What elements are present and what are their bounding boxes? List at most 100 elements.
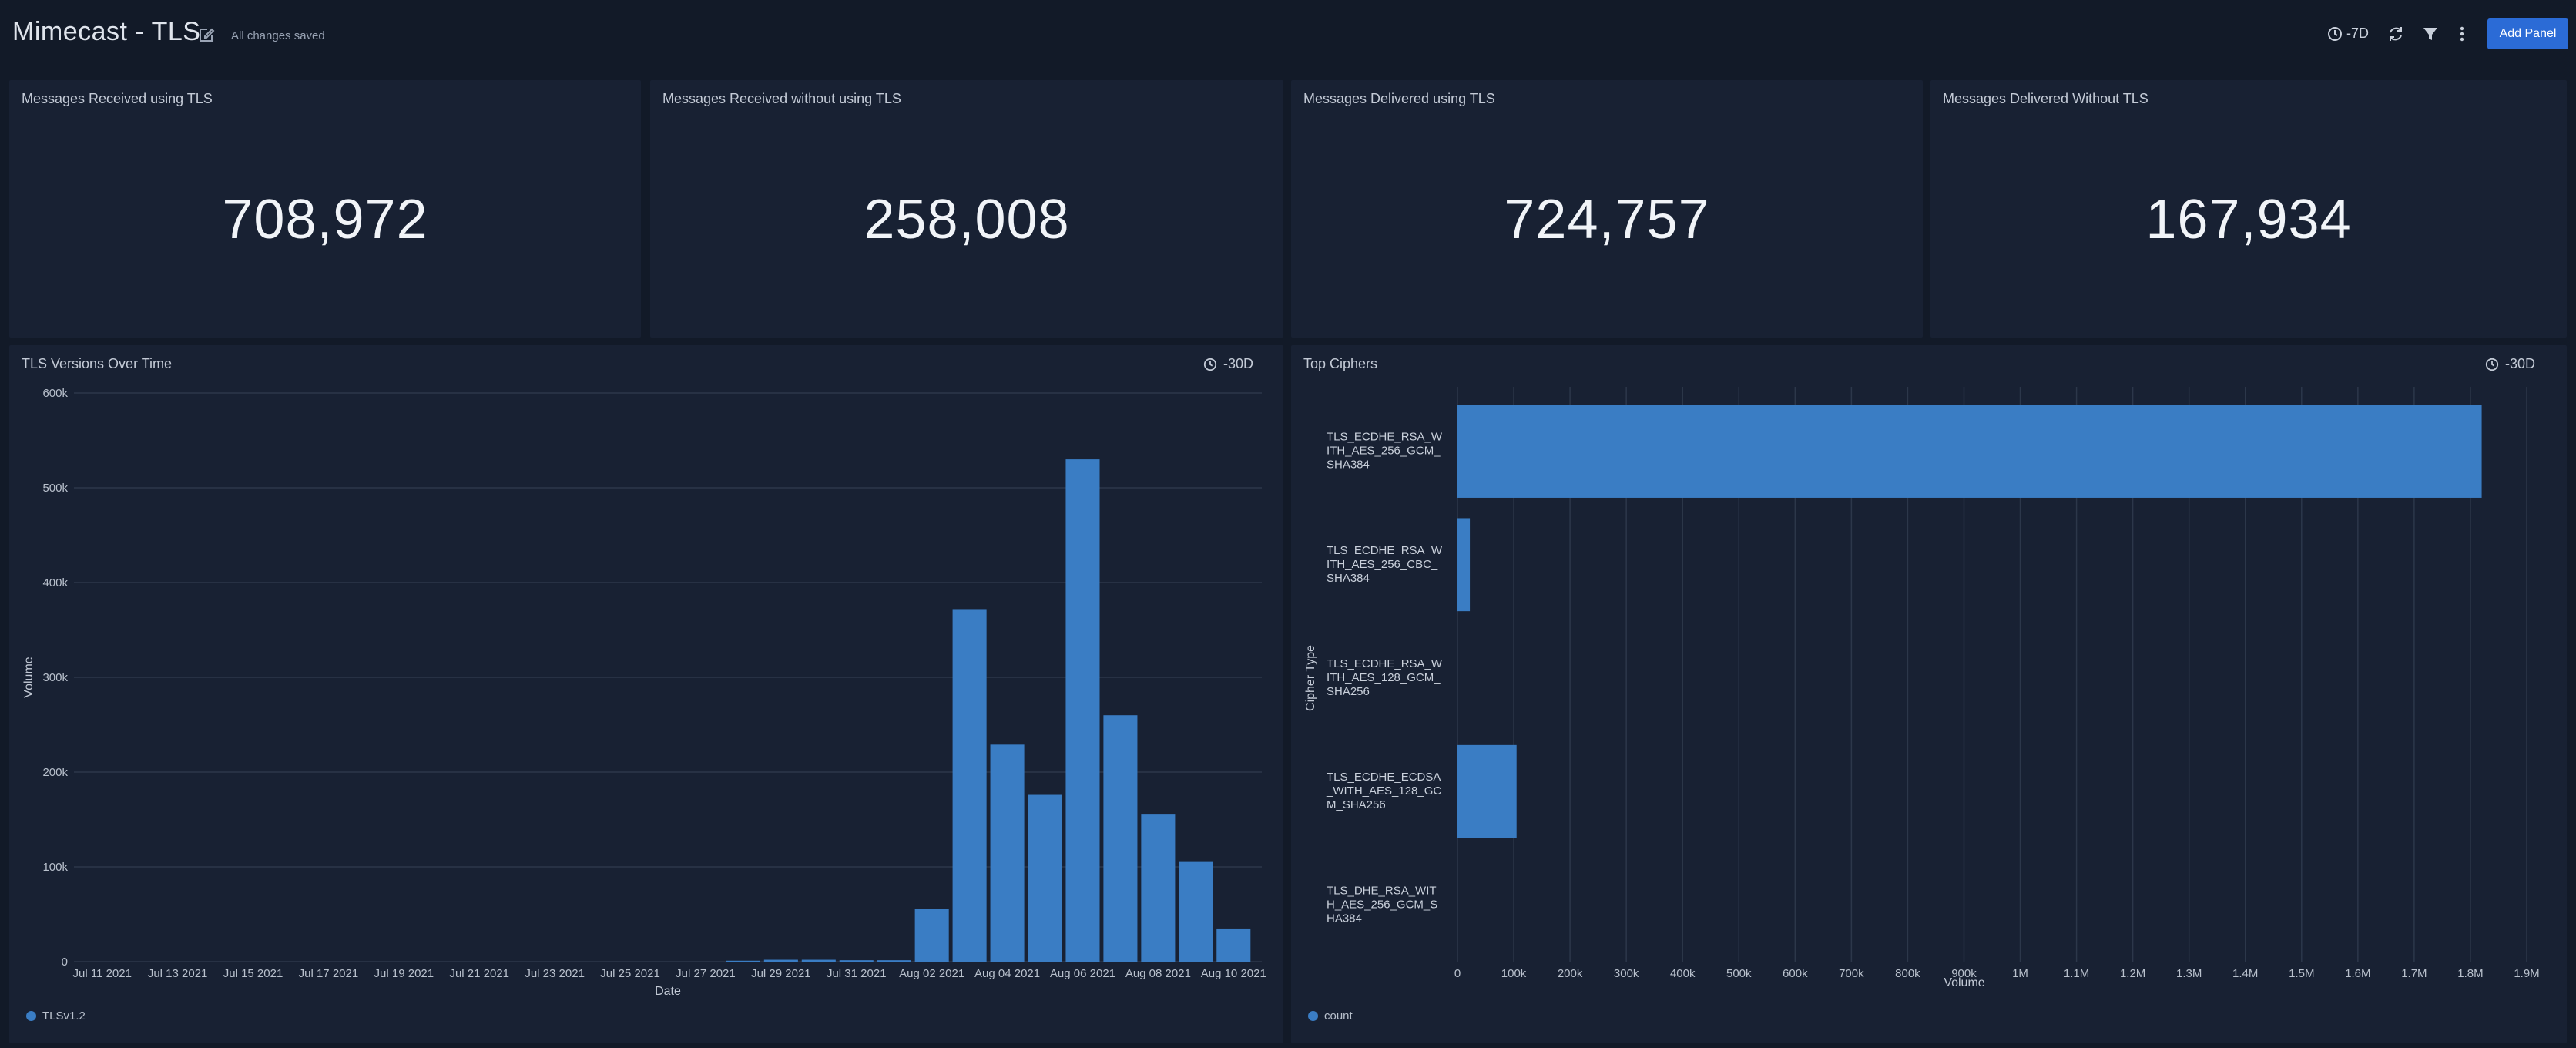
x-tick-label: Aug 06 2021 — [1050, 967, 1115, 980]
y-tick-label: TLS_DHE_RSA_WIT H_AES_256_GCM_S HA384 — [1327, 884, 1437, 925]
x-tick-label: 100k — [1501, 967, 1527, 980]
x-tick-label: 700k — [1839, 967, 1864, 980]
y-tick-label: TLS_ECDHE_RSA_W ITH_AES_128_GCM_ SHA256 — [1327, 657, 1443, 698]
panel-title: Messages Delivered Without TLS — [1943, 91, 2148, 106]
add-panel-button[interactable]: Add Panel — [2487, 18, 2568, 49]
tls-versions-chart: 0 100k 200k 300k 400k 500k 600k Jul 11 2021 Jul … — [22, 387, 1266, 998]
bar — [801, 959, 836, 962]
bar — [763, 959, 798, 962]
x-tick-label: 1M — [2012, 967, 2028, 980]
y-tick-label: TLS_ECDHE_RSA_W ITH_AES_256_GCM_ SHA384 — [1327, 431, 1443, 472]
y-axis-label: Volume — [22, 657, 35, 697]
x-tick-label: Jul 29 2021 — [751, 967, 811, 980]
x-tick-label: 1.2M — [2120, 967, 2145, 980]
x-tick-label: 0 — [1454, 967, 1461, 980]
stat-panel-delivered-no-tls[interactable]: Messages Delivered Without TLS 167,934 — [1930, 80, 2567, 338]
x-tick-label: Jul 15 2021 — [223, 967, 283, 980]
bar — [914, 909, 949, 962]
top-bar: Mimecast - TLS All changes saved -7D Add… — [0, 0, 2576, 69]
x-tick-label: Jul 19 2021 — [374, 967, 434, 980]
x-tick-label: 1.8M — [2457, 967, 2483, 980]
x-tick-label: Aug 10 2021 — [1201, 967, 1266, 980]
x-tick-label: 1.7M — [2401, 967, 2427, 980]
x-tick-label: Aug 02 2021 — [899, 967, 964, 980]
panel-title: Messages Delivered using TLS — [1303, 91, 1495, 106]
x-tick-label: Aug 08 2021 — [1125, 967, 1191, 980]
x-tick-label: Jul 31 2021 — [827, 967, 887, 980]
x-tick-label: Jul 23 2021 — [525, 967, 585, 980]
y-axis-label: Cipher Type — [1304, 645, 1317, 711]
y-tick-label: 100k — [42, 861, 68, 874]
bar — [1028, 794, 1062, 962]
x-tick-label: 1.3M — [2176, 967, 2202, 980]
time-range-selector[interactable]: -7D — [2346, 25, 2369, 42]
tls-versions-panel[interactable]: TLS Versions Over Time -30D 0 100k 200k 300… — [9, 345, 1283, 1043]
y-tick-label: 200k — [42, 766, 68, 779]
bar — [1457, 744, 1517, 838]
legend-swatch — [26, 1011, 36, 1021]
edit-icon[interactable] — [197, 25, 216, 44]
bar — [877, 960, 911, 962]
bar — [1141, 814, 1176, 962]
bar — [726, 960, 760, 962]
x-tick-label: 400k — [1670, 967, 1696, 980]
x-tick-label: 600k — [1783, 967, 1808, 980]
bar — [1103, 715, 1138, 962]
x-tick-label: 800k — [1895, 967, 1920, 980]
stat-value: 167,934 — [2145, 189, 2352, 250]
x-tick-label: 500k — [1726, 967, 1752, 980]
y-tick-label: TLS_ECDHE_RSA_W ITH_AES_256_CBC_ SHA384 — [1327, 544, 1443, 585]
chart-legend[interactable]: count — [1308, 1009, 1353, 1023]
bar — [1179, 861, 1213, 962]
stat-panel-received-tls[interactable]: Messages Received using TLS 708,972 — [9, 80, 641, 338]
top-ciphers-panel[interactable]: Top Ciphers -30D 0 100k 200k 300k 400k 500k 60… — [1291, 345, 2567, 1043]
x-tick-label: 1.4M — [2232, 967, 2258, 980]
panel-title: Messages Received without using TLS — [662, 91, 901, 106]
bar — [1065, 459, 1100, 962]
y-tick-label: 0 — [62, 956, 68, 969]
filter-icon[interactable] — [2421, 25, 2440, 43]
more-options-icon[interactable] — [2456, 25, 2468, 43]
bar — [839, 960, 874, 962]
x-tick-label: 300k — [1614, 967, 1639, 980]
top-ciphers-chart: 0 100k 200k 300k 400k 500k 600k 700k 800k 900k 1M 1… — [1304, 387, 2540, 989]
panel-title: Messages Received using TLS — [22, 91, 213, 106]
x-tick-label: Jul 11 2021 — [72, 967, 131, 980]
x-tick-label: 1.6M — [2345, 967, 2370, 980]
stat-panel-delivered-tls[interactable]: Messages Delivered using TLS 724,757 — [1291, 80, 1923, 338]
legend-swatch — [1308, 1011, 1318, 1021]
clock-icon[interactable] — [2327, 26, 2343, 42]
stat-value: 708,972 — [222, 189, 428, 250]
x-tick-label: Jul 17 2021 — [299, 967, 359, 980]
x-tick-label: 1.1M — [2064, 967, 2089, 980]
x-tick-label: Jul 21 2021 — [449, 967, 509, 980]
save-status: All changes saved — [231, 29, 325, 42]
x-axis-label: Date — [655, 985, 681, 998]
y-tick-label: 300k — [42, 671, 68, 684]
y-tick-label: 600k — [42, 387, 68, 400]
stat-panel-received-no-tls[interactable]: Messages Received without using TLS 258,… — [650, 80, 1283, 338]
x-tick-label: Jul 25 2021 — [600, 967, 660, 980]
legend-label: TLSv1.2 — [42, 1009, 86, 1023]
bar — [990, 744, 1025, 962]
x-tick-label: 200k — [1558, 967, 1583, 980]
bar — [1457, 518, 1471, 612]
bar — [1216, 928, 1251, 962]
x-tick-label: Aug 04 2021 — [974, 967, 1040, 980]
y-tick-label: 500k — [42, 482, 68, 495]
x-tick-label: Jul 13 2021 — [148, 967, 208, 980]
y-tick-label: 400k — [42, 576, 68, 590]
x-tick-label: 1.5M — [2289, 967, 2314, 980]
x-tick-label: Jul 27 2021 — [676, 967, 736, 980]
stat-value: 258,008 — [864, 189, 1070, 250]
refresh-icon[interactable] — [2386, 25, 2405, 43]
bar — [952, 609, 987, 962]
x-tick-label: 1.9M — [2514, 967, 2539, 980]
y-tick-label: TLS_ECDHE_ECDSA _WITH_AES_128_GC M_SHA256 — [1326, 771, 1441, 811]
legend-label: count — [1324, 1009, 1353, 1023]
chart-legend[interactable]: TLSv1.2 — [26, 1009, 86, 1023]
bar — [1457, 405, 2482, 498]
dashboard-title[interactable]: Mimecast - TLS — [12, 17, 200, 47]
x-axis-label: Volume — [1944, 976, 1984, 989]
stat-value: 724,757 — [1504, 189, 1710, 250]
